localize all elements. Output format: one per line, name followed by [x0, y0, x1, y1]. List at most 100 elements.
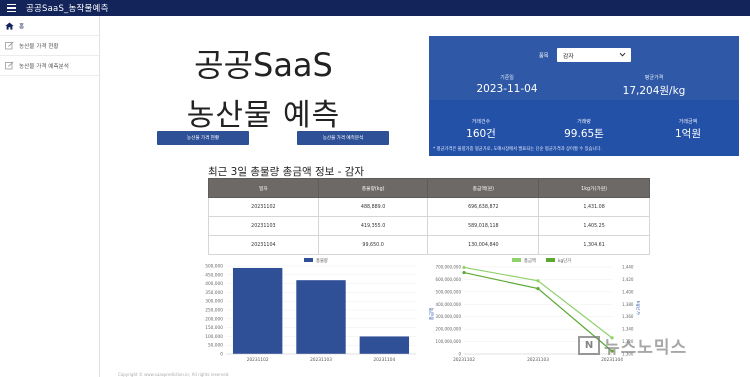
legend-label: kg단가 [558, 258, 571, 264]
col-date-header: 일자 [208, 178, 319, 198]
legend-swatch [546, 258, 555, 262]
col-unitprice-header: 1kg가(가원) [538, 178, 650, 198]
data-point [536, 279, 540, 283]
y-tick-label: 500,000,000 [436, 289, 462, 294]
edit-icon [4, 61, 14, 71]
table-cell: 1,304.61 [538, 235, 650, 255]
y-tick-label: 700,000,000 [436, 265, 462, 270]
data-point [462, 265, 466, 270]
x-tick-label: 20231102 [247, 357, 269, 363]
home-icon [4, 21, 14, 31]
price-forecast-button[interactable]: 농산물 가격 예측분석 [297, 131, 389, 145]
x-tick-label: 20231104 [373, 357, 395, 363]
menu-icon[interactable] [3, 0, 19, 16]
trade-amount-label: 거래금액 [678, 119, 698, 125]
panel-summary: 품목 감자 기준일 2023-11-04 평균가격 17,204원/kg [429, 36, 739, 100]
y2-tick-label: 1,340 [622, 327, 634, 332]
y-tick-label: 100,000 [205, 334, 223, 340]
legend-swatch [304, 258, 313, 262]
table-cell: 589,018,118 [427, 216, 540, 236]
table-cell: 1,405.25 [538, 216, 650, 236]
trade-volume-label: 거래량 [577, 119, 591, 125]
table-cell: 419,355.0 [317, 216, 429, 236]
hero-title: 공공SaaS [194, 46, 333, 84]
table-row: 20231104 99,650.0 130,004,840 1,304.61 [208, 235, 650, 255]
bar [296, 280, 346, 354]
avg-price-value: 17,204원/kg [622, 85, 686, 97]
app-title: 공공SaaS_농작물예측 [26, 4, 109, 14]
base-date-label: 기준일 [500, 75, 514, 81]
hero-subtitle: 농산물 예측 [186, 98, 341, 133]
trade-amount-value: 1억원 [674, 128, 701, 140]
y-tick-label: 300,000 [205, 299, 223, 305]
table-row: 20231102 488,889.0 696,638,872 1,431.08 [208, 197, 650, 217]
y-tick-label: 50,000 [208, 343, 223, 349]
hero-section: 공공SaaS 농산물 예측 농산물 가격 현황 농산물 가격 예측분석 [100, 16, 427, 156]
item-select[interactable]: 감자 [557, 48, 631, 62]
item-select-label: 품목 [539, 53, 549, 59]
sidebar-item-home[interactable]: 홈 [0, 16, 99, 36]
trade-volume-value: 99.65톤 [564, 128, 604, 140]
watermark: N 뉴스노믹스 [578, 333, 687, 358]
volume-bar-chart-svg: 0 50,000 100,000 150,000 200,000 250,000 300,0… [205, 257, 416, 363]
y-tick-label: 100,000,000 [436, 339, 462, 344]
bar [232, 267, 283, 354]
table-title: 최근 3일 총물량 총금액 정보 - 감자 [208, 166, 365, 178]
sidebar: 홈 농산물 가격 현황 농산물 가격 예측분석 [0, 16, 100, 377]
table-header-row: 일자 총물량(kg) 총금액(원) 1kg가(가원) [208, 178, 650, 198]
y2-tick-label: 1,400 [622, 289, 634, 294]
price-status-button[interactable]: 농산물 가격 현황 [157, 131, 249, 145]
table-cell: 488,889.0 [317, 197, 429, 217]
item-select-value: 감자 [563, 53, 574, 60]
sidebar-item-label: 농산물 가격 현황 [19, 43, 59, 50]
chevron-down-icon [619, 51, 626, 60]
stats-panel: 품목 감자 기준일 2023-11-04 평균가격 17,204원/kg 거래건… [429, 36, 739, 156]
y-tick-label: 300,000,000 [436, 314, 462, 319]
base-date-value: 2023-11-04 [476, 83, 538, 95]
avg-price-label: 평균가격 [644, 75, 664, 81]
y-tick-label: 200,000 [205, 316, 223, 322]
y-tick-label: 450,000 [205, 272, 223, 278]
bar [359, 336, 410, 354]
footer-copyright: Copyright © www.saasprediction.kr, All r… [118, 372, 230, 377]
table-cell: 20231103 [208, 216, 319, 236]
y-tick-label: 500,000 [205, 264, 223, 270]
data-point [462, 270, 466, 275]
legend-label: 총물량 [316, 258, 328, 264]
table-cell: 130,004,840 [427, 235, 540, 255]
data-table: 일자 총물량(kg) 총금액(원) 1kg가(가원) 20231102 488,… [208, 178, 650, 255]
y-tick-label: 350,000 [205, 290, 223, 296]
trade-count-label: 거래건수 [471, 119, 491, 125]
y2-tick-label: 1,420 [622, 277, 634, 282]
y-tick-label: 600,000,000 [436, 277, 462, 282]
sidebar-item-label: 농산물 가격 예측분석 [19, 63, 69, 70]
panel-details: 거래건수 160건 거래량 99.65톤 거래금액 1억원 * 평균가격은 물량… [429, 100, 739, 156]
sidebar-item-price-forecast[interactable]: 농산물 가격 예측분석 [0, 56, 99, 76]
table-cell: 99,650.0 [317, 235, 429, 255]
table-cell: 1,431.08 [538, 197, 650, 217]
x-tick-label: 20231103 [527, 357, 549, 363]
watermark-text: 뉴스노믹스 [604, 338, 688, 358]
col-volume-header: 총물량(kg) [317, 178, 429, 198]
y-tick-label: 250,000 [205, 308, 223, 314]
y-tick-label: 150,000 [205, 325, 223, 331]
table-cell: 20231102 [208, 197, 319, 217]
sidebar-item-price-status[interactable]: 농산물 가격 현황 [0, 36, 99, 56]
x-tick-label: 20231103 [310, 357, 332, 363]
sidebar-item-label: 홈 [19, 23, 25, 30]
y-tick-label: 0 [220, 352, 223, 358]
data-point [536, 286, 540, 291]
y-tick-label: 200,000,000 [436, 327, 462, 332]
series-line [463, 266, 613, 339]
edit-icon [4, 41, 14, 51]
y-tick-label: 400,000,000 [436, 302, 462, 307]
y2-tick-label: 1,380 [622, 302, 634, 307]
legend-label: 총금액 [524, 258, 536, 264]
x-tick-label: 20231102 [453, 357, 475, 363]
table-cell: 20231104 [208, 235, 319, 255]
y2-tick-label: 1,440 [622, 265, 634, 270]
y-axis-label: 총금액 [428, 308, 435, 321]
y2-axis-label: kg단가 [635, 301, 640, 316]
col-amount-header: 총금액(원) [427, 178, 540, 198]
trade-count-value: 160건 [466, 128, 496, 140]
